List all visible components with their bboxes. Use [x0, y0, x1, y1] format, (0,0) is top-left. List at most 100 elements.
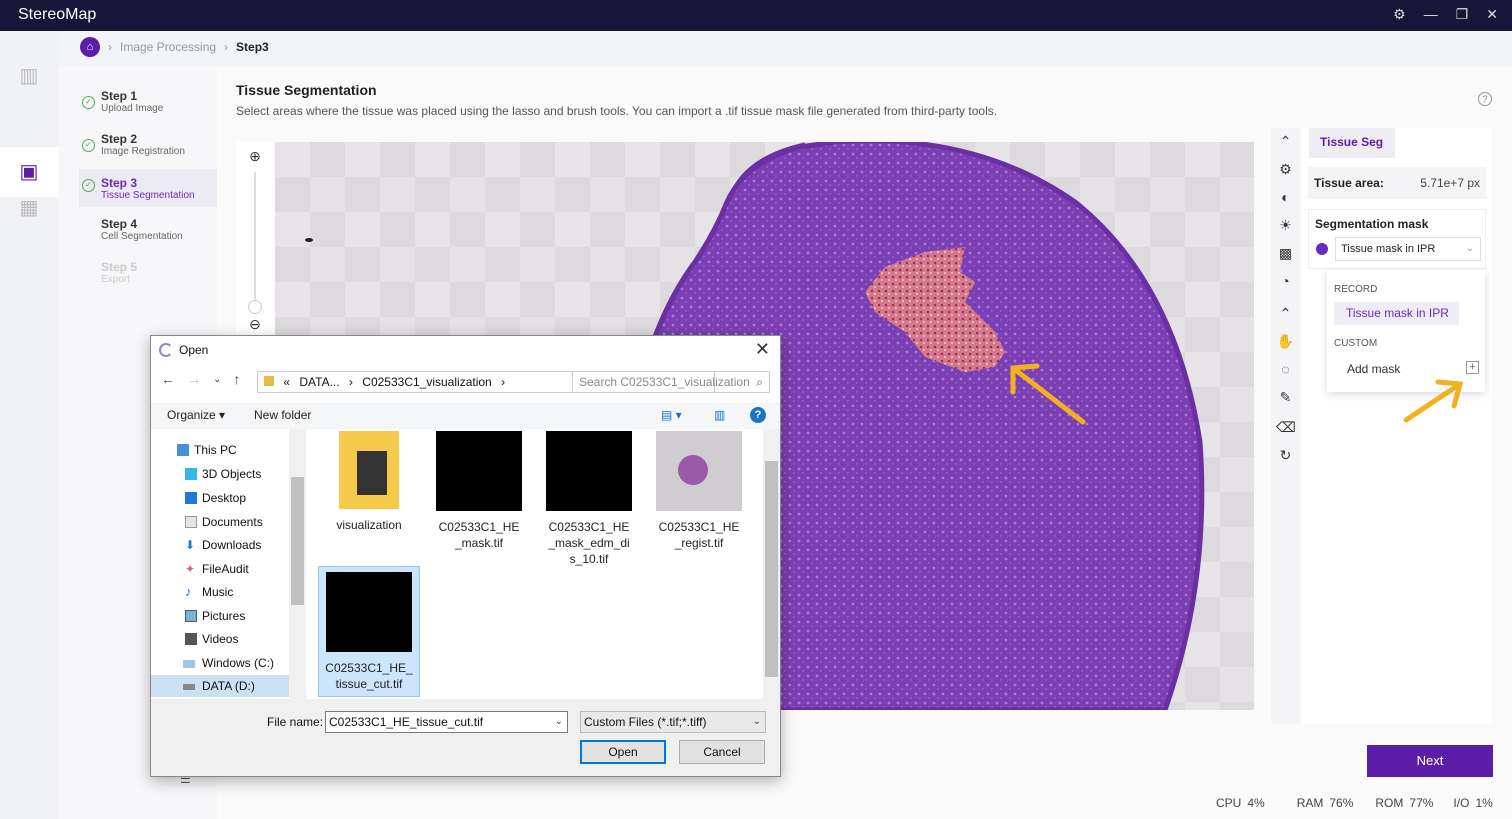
breadcrumb-sep-icon: › [108, 40, 112, 54]
add-mask-label[interactable]: Add mask [1347, 362, 1400, 376]
file-scrollbar[interactable] [763, 429, 780, 699]
tree-item-this-pc[interactable]: This PC [151, 439, 289, 461]
collapse-up-icon[interactable]: ⌃ [1276, 132, 1295, 151]
tree-item-3d-objects[interactable]: 3D Objects [151, 463, 289, 485]
folder-icon [339, 431, 399, 509]
tree-item-data-d[interactable]: DATA (D:) [151, 675, 289, 697]
dialog-help-icon[interactable]: ? [750, 407, 766, 423]
zoom-slider-handle[interactable] [248, 300, 262, 314]
open-button[interactable]: Open [580, 740, 666, 764]
file-item-mask[interactable]: C02533C1_HE_mask.tif [428, 431, 530, 551]
file-item-tissue-cut[interactable]: C02533C1_HE_tissue_cut.tif [318, 566, 420, 697]
up-icon[interactable]: ↑ [233, 371, 240, 387]
zoom-in-icon[interactable]: ⊕ [246, 148, 264, 166]
record-item[interactable]: Tissue mask in IPR [1334, 302, 1459, 325]
zoom-out-icon[interactable]: ⊖ [246, 316, 264, 334]
dust-spot [305, 238, 313, 242]
add-mask-plus-icon[interactable]: + [1466, 361, 1479, 374]
tree-item-pictures[interactable]: Pictures [151, 605, 289, 627]
checkerboard-icon[interactable]: ▩ [1276, 244, 1295, 263]
documents-icon [185, 516, 197, 528]
help-icon[interactable]: ? [1478, 92, 1492, 106]
step-1[interactable]: ✓ Step 1 Upload Image [79, 86, 217, 124]
cancel-button[interactable]: Cancel [679, 740, 765, 764]
file-name: C02533C1_HE_regist.tif [658, 520, 740, 550]
file-scroll-thumb[interactable] [765, 461, 778, 677]
image-processing-icon[interactable]: ▣ [14, 157, 44, 187]
home-icon[interactable]: ⌂ [80, 37, 100, 57]
file-type-value: Custom Files (*.tif;*.tiff) [584, 715, 707, 729]
opacity-icon[interactable]: ◔ [1276, 272, 1295, 291]
apps-icon[interactable]: ▦ [14, 193, 44, 223]
tab-tissue-seg[interactable]: Tissue Seg [1309, 128, 1395, 158]
mask-select[interactable]: Tissue mask in IPR ⌄ [1335, 237, 1481, 261]
settings-icon[interactable]: ⚙ [1393, 6, 1406, 23]
chevron-down-icon[interactable]: ⌄ [555, 712, 563, 732]
tree-scrollbar[interactable] [289, 429, 306, 699]
hand-icon[interactable]: ✋ [1276, 332, 1295, 351]
step-3[interactable]: ✓ Step 3 Tissue Segmentation [79, 169, 217, 207]
cube-icon [185, 468, 197, 480]
address-segment-folder[interactable]: C02533C1_visualization [362, 375, 491, 389]
status-bar: CPU 4% RAM 76% ROM 77% I/O 1% [1216, 796, 1493, 810]
brush-icon[interactable]: ✎ [1276, 388, 1295, 407]
io-status: I/O 1% [1453, 796, 1493, 810]
open-file-dialog: Open ✕ ← → ⌄ ↑ « DATA... › C02533C1_visu… [150, 335, 781, 777]
new-folder-button[interactable]: New folder [254, 408, 311, 422]
close-icon[interactable]: ✕ [1486, 6, 1498, 23]
tree-item-downloads[interactable]: ⬇ Downloads [151, 534, 289, 556]
tree-item-fileaudit[interactable]: ✦ FileAudit [151, 558, 289, 580]
segmentation-mask-label: Segmentation mask [1315, 217, 1429, 231]
search-box[interactable]: Search C02533C1_visualization ⌕ [572, 371, 770, 393]
navigation-tree: This PC 3D Objects Desktop Documents ⬇ Do… [151, 429, 306, 699]
step-subtitle: Tissue Segmentation [101, 190, 195, 201]
brightness-icon[interactable]: ☀ [1276, 216, 1295, 235]
map-icon[interactable]: ▥ [14, 61, 44, 91]
forward-icon[interactable]: → [187, 371, 201, 387]
segmentation-mask-card: Segmentation mask Tissue mask in IPR ⌄ [1308, 209, 1486, 269]
tree-item-desktop[interactable]: Desktop [151, 487, 289, 509]
custom-header: CUSTOM [1334, 338, 1378, 349]
contrast-icon[interactable]: ◐ [1276, 188, 1295, 207]
tree-scroll-thumb[interactable] [291, 477, 304, 605]
restore-icon[interactable]: ❐ [1456, 6, 1469, 23]
dialog-title: Open [179, 343, 209, 357]
next-button[interactable]: Next [1367, 745, 1493, 777]
minimize-icon[interactable]: — [1424, 6, 1438, 23]
reset-icon[interactable]: ↻ [1276, 446, 1295, 465]
file-item-visualization[interactable]: visualization [318, 431, 420, 533]
file-item-regist[interactable]: C02533C1_HE_regist.tif [648, 431, 750, 551]
mask-color-dot [1316, 243, 1328, 255]
tree-item-videos[interactable]: Videos [151, 628, 289, 650]
address-segment-data[interactable]: DATA... [299, 375, 339, 389]
view-options-icon[interactable]: ▤ ▾ [661, 408, 682, 422]
eraser-icon[interactable]: ⌫ [1276, 418, 1296, 437]
back-icon[interactable]: ← [161, 371, 175, 387]
image-thumbnail [656, 431, 742, 511]
step-2[interactable]: ✓ Step 2 Image Registration [79, 129, 217, 167]
music-icon: ♪ [185, 584, 192, 599]
tree-item-music[interactable]: ♪ Music [151, 581, 289, 603]
breadcrumb: ⌂ › Image Processing › Step3 [80, 37, 269, 57]
tree-item-documents[interactable]: Documents [151, 511, 289, 533]
file-type-select[interactable]: Custom Files (*.tif;*.tiff) ⌄ [580, 711, 766, 733]
organize-button[interactable]: Organize ▾ [167, 408, 225, 422]
zoom-slider-track[interactable] [254, 172, 256, 306]
step-4[interactable]: Step 4 Cell Segmentation [79, 214, 217, 252]
mask-select-value: Tissue mask in IPR [1341, 243, 1436, 255]
dialog-close-icon[interactable]: ✕ [755, 339, 770, 360]
preview-pane-icon[interactable]: ▥ [714, 408, 725, 422]
tissue-thumbnail-mark [678, 455, 708, 485]
left-rail: ▥ ▣ ▦ [0, 31, 59, 819]
collapse-up-icon[interactable]: ⌃ [1276, 304, 1295, 323]
image-thumbnail [546, 431, 632, 511]
ram-status: RAM 76% [1296, 796, 1354, 810]
breadcrumb-image-processing[interactable]: Image Processing [120, 40, 216, 54]
file-item-mask-edm[interactable]: C02533C1_HE_mask_edm_dis_10.tif [538, 431, 640, 567]
recent-chevron-icon[interactable]: ⌄ [213, 371, 221, 387]
lasso-icon[interactable]: ◌ [1276, 360, 1295, 379]
cpu-status: CPU 4% [1216, 796, 1265, 810]
tree-item-windows-c[interactable]: Windows (C:) [151, 652, 289, 674]
settings-tool-icon[interactable]: ⚙ [1276, 160, 1295, 179]
file-name-input[interactable]: C02533C1_HE_tissue_cut.tif ⌄ [325, 711, 568, 733]
